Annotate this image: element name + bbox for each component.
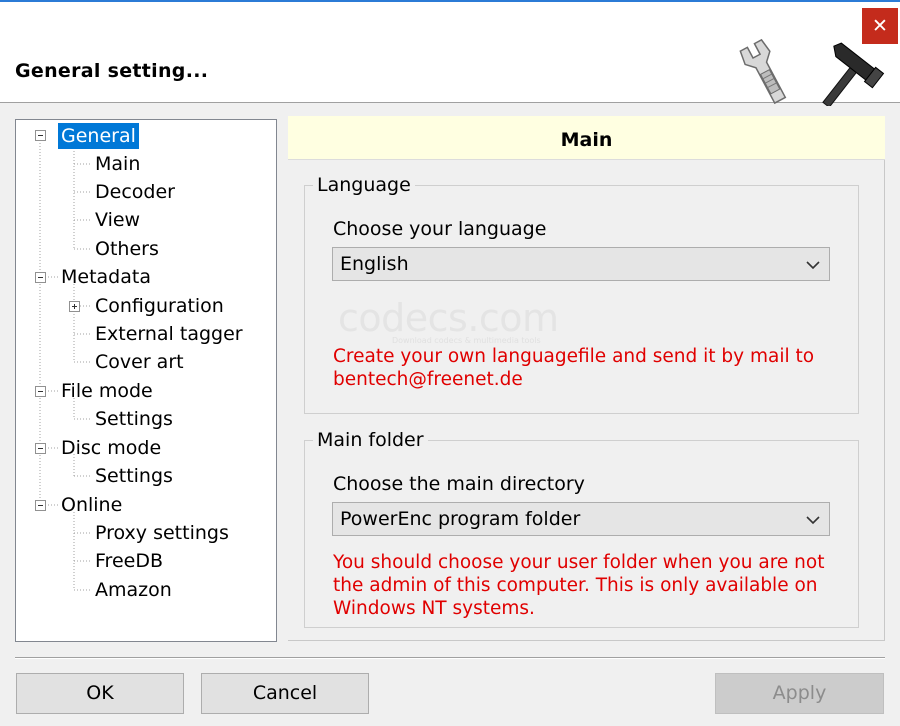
tree-item-external-tagger[interactable]: External tagger: [95, 321, 243, 347]
tree-item-others[interactable]: Others: [95, 236, 159, 262]
settings-tree[interactable]: General Main Decoder View Others Metadat…: [15, 119, 277, 642]
main-directory-label: Choose the main directory: [333, 473, 585, 495]
tree-item-main[interactable]: Main: [95, 151, 140, 177]
tree-item-disc-mode-settings[interactable]: Settings: [95, 463, 173, 489]
chevron-down-icon: [806, 516, 820, 525]
apply-button[interactable]: Apply: [715, 673, 884, 714]
tree-item-decoder[interactable]: Decoder: [95, 179, 175, 205]
tree-item-freedb[interactable]: FreeDB: [95, 548, 163, 574]
wrench-hammer-icon: [739, 38, 885, 106]
cancel-button[interactable]: Cancel: [201, 673, 369, 714]
ok-button[interactable]: OK: [16, 673, 184, 714]
language-group-title: Language: [313, 172, 415, 198]
tree-item-disc-mode[interactable]: Disc mode: [61, 435, 161, 461]
language-label: Choose your language: [333, 218, 547, 240]
main-folder-note: You should choose your user folder when …: [333, 552, 825, 619]
language-select-value: English: [340, 253, 409, 275]
tree-item-view[interactable]: View: [95, 207, 140, 233]
language-select[interactable]: English: [332, 247, 830, 281]
main-directory-select-value: PowerEnc program folder: [340, 508, 581, 530]
panel-title: Main: [288, 116, 885, 160]
tree-item-configuration[interactable]: Configuration: [95, 293, 224, 319]
footer-divider: [15, 657, 885, 659]
tree-item-cover-art[interactable]: Cover art: [95, 349, 184, 375]
dialog-title: General setting...: [15, 60, 209, 82]
language-note: Create your own languagefile and send it…: [333, 346, 815, 390]
tree-item-general[interactable]: General: [58, 123, 139, 149]
main-directory-select[interactable]: PowerEnc program folder: [332, 502, 830, 536]
tree-item-online[interactable]: Online: [61, 492, 122, 518]
tree-item-metadata[interactable]: Metadata: [61, 264, 151, 290]
tree-item-proxy-settings[interactable]: Proxy settings: [95, 520, 229, 546]
main-folder-group-title: Main folder: [313, 427, 428, 453]
close-icon: ✕: [872, 15, 888, 37]
tree-item-amazon[interactable]: Amazon: [95, 577, 172, 603]
tree-item-file-mode-settings[interactable]: Settings: [95, 406, 173, 432]
chevron-down-icon: [806, 261, 820, 270]
dialog-header: ✕ General setting...: [0, 2, 900, 106]
tree-item-file-mode[interactable]: File mode: [61, 378, 153, 404]
